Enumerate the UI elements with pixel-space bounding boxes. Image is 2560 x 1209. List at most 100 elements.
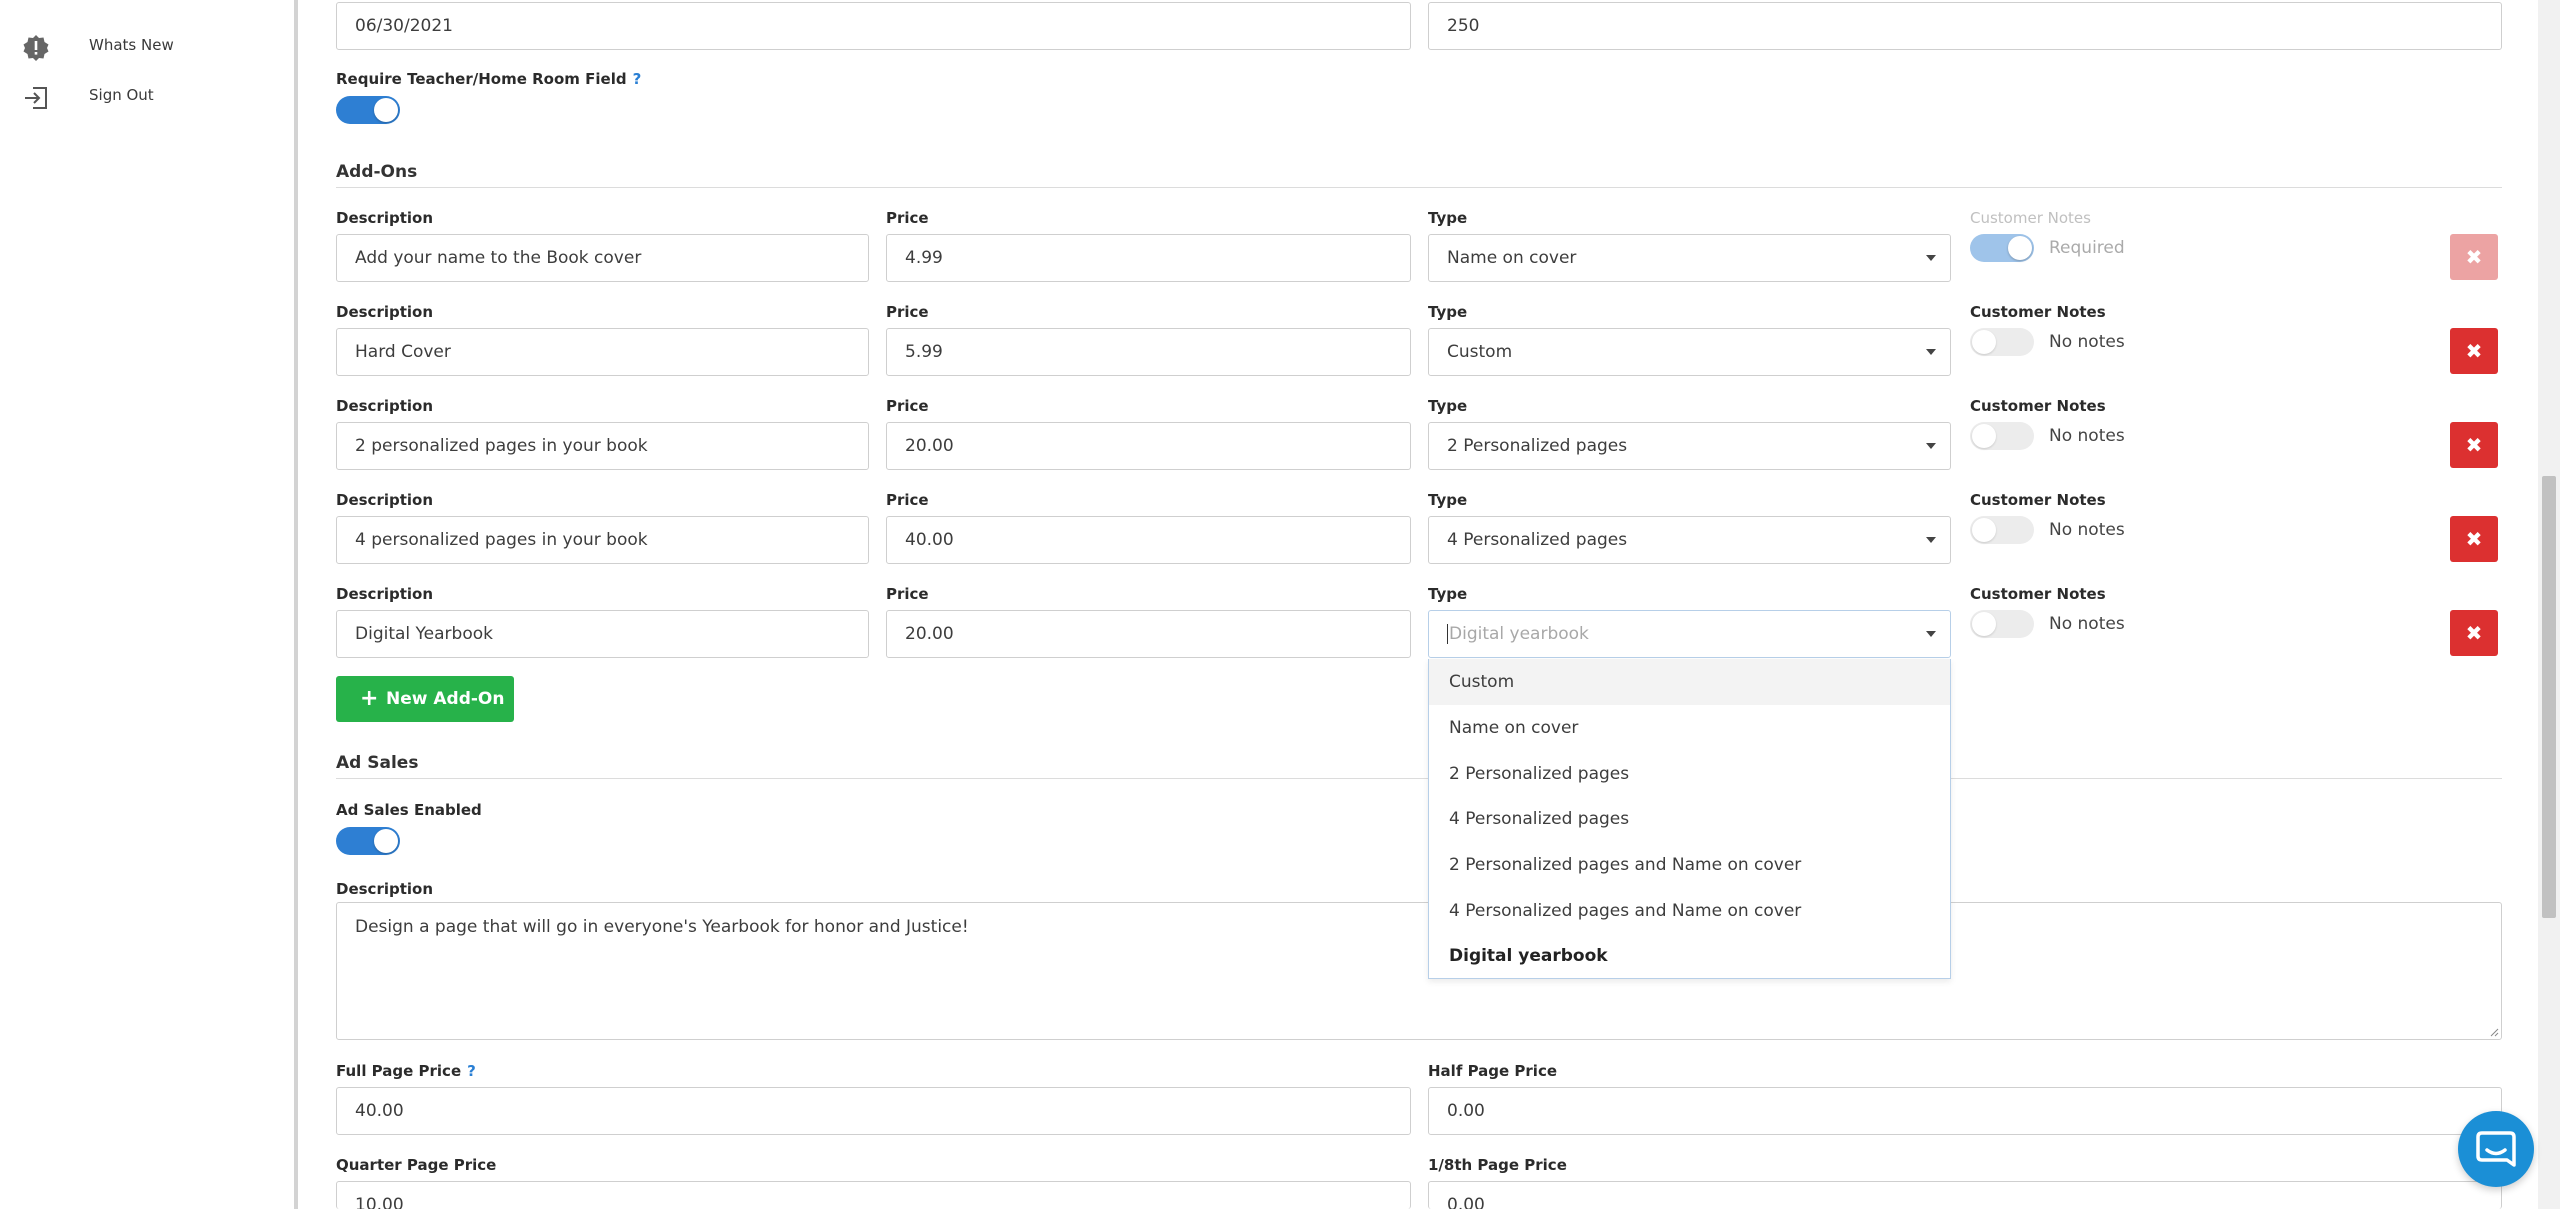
dropdown-option-4-personalized-name[interactable]: 4 Personalized pages and Name on cover [1429,888,1950,934]
price-label: Price [886,209,929,227]
help-icon[interactable]: ? [467,1062,476,1080]
chat-icon [2476,1131,2516,1167]
addon-description-input[interactable]: 4 personalized pages in your book [336,516,869,564]
toggle-knob [374,829,398,853]
chat-launcher-button[interactable] [2458,1111,2534,1187]
customer-notes-toggle[interactable] [1970,328,2034,356]
chevron-down-icon [1926,255,1936,261]
customer-notes-label: Customer Notes [1970,491,2106,509]
new-addon-label: New Add-On [386,689,505,709]
description-label: Description [336,585,434,603]
customer-notes-status: No notes [2049,520,2125,540]
delete-addon-button[interactable]: ✖ [2450,234,2498,280]
customer-notes-toggle[interactable] [1970,610,2034,638]
toggle-knob [1972,612,1996,636]
new-addon-button[interactable]: + New Add-On [336,676,514,722]
delete-addon-button[interactable]: ✖ [2450,610,2498,656]
type-label: Type [1428,585,1468,603]
customer-notes-label: Customer Notes [1970,397,2106,415]
addons-section-title: Add-Ons [336,162,418,182]
end-date-input[interactable]: 06/30/2021 [336,2,1411,50]
quantity-input[interactable]: 250 [1428,2,2502,50]
delete-addon-button[interactable]: ✖ [2450,328,2498,374]
addon-type-select[interactable]: Name on cover [1428,234,1951,282]
dropdown-option-custom[interactable]: Custom [1429,659,1950,705]
half-page-price-input[interactable]: 0.00 [1428,1087,2502,1135]
addon-type-select[interactable]: Custom [1428,328,1951,376]
eighth-page-price-input[interactable]: 0.00 [1428,1181,2502,1209]
addon-price-input[interactable]: 40.00 [886,516,1411,564]
dropdown-option-name-on-cover[interactable]: Name on cover [1429,705,1950,751]
section-divider [336,778,2502,779]
help-icon[interactable]: ? [633,70,642,88]
chevron-down-icon [1926,537,1936,543]
sidebar: Whats New Sign Out [0,0,298,1209]
sidebar-item-label: Whats New [89,36,174,54]
addon-description-input[interactable]: Digital Yearbook [336,610,869,658]
sidebar-item-whats-new[interactable]: Whats New [0,24,294,64]
addon-price-input[interactable]: 4.99 [886,234,1411,282]
chevron-down-icon [1926,631,1936,637]
ad-description-label: Description [336,880,434,898]
type-label: Type [1428,209,1468,227]
chevron-down-icon [1926,443,1936,449]
description-label: Description [336,209,434,227]
addon-type-select[interactable]: 2 Personalized pages [1428,422,1951,470]
toggle-knob [374,98,398,122]
alert-badge-icon [22,34,50,62]
toggle-knob [1972,424,1996,448]
addon-type-value: 4 Personalized pages [1447,530,1628,550]
addon-type-select-open[interactable]: Digital yearbook [1428,610,1951,658]
type-label: Type [1428,491,1468,509]
resize-grip-icon[interactable] [2489,1027,2499,1037]
delete-addon-button[interactable]: ✖ [2450,516,2498,562]
type-label: Type [1428,303,1468,321]
dropdown-option-2-personalized[interactable]: 2 Personalized pages [1429,751,1950,797]
customer-notes-label: Customer Notes [1970,303,2106,321]
addon-price-input[interactable]: 20.00 [886,422,1411,470]
teacher-field-label-text: Require Teacher/Home Room Field [336,70,627,88]
customer-notes-label: Customer Notes [1970,209,2091,227]
price-label: Price [886,491,929,509]
ad-sales-enabled-label: Ad Sales Enabled [336,801,482,819]
price-label: Price [886,397,929,415]
dropdown-option-digital-yearbook[interactable]: Digital yearbook [1429,933,1950,979]
addon-description-input[interactable]: Add your name to the Book cover [336,234,869,282]
customer-notes-toggle[interactable] [1970,422,2034,450]
addon-description-input[interactable]: Hard Cover [336,328,869,376]
price-label: Price [886,585,929,603]
dropdown-option-4-personalized[interactable]: 4 Personalized pages [1429,796,1950,842]
customer-notes-toggle[interactable] [1970,516,2034,544]
type-dropdown-menu[interactable]: Custom Name on cover 2 Personalized page… [1428,659,1951,979]
dropdown-option-2-personalized-name[interactable]: 2 Personalized pages and Name on cover [1429,842,1950,888]
quarter-page-price-input[interactable]: 10.00 [336,1181,1411,1209]
description-label: Description [336,397,434,415]
full-page-price-input[interactable]: 40.00 [336,1087,1411,1135]
addon-price-input[interactable]: 20.00 [886,610,1411,658]
customer-notes-status: No notes [2049,614,2125,634]
scrollbar-thumb[interactable] [2542,476,2556,918]
ad-description-textarea[interactable]: Design a page that will go in everyone's… [336,902,2502,1040]
customer-notes-label: Customer Notes [1970,585,2106,603]
ad-sales-toggle[interactable] [336,827,400,855]
addon-type-select[interactable]: 4 Personalized pages [1428,516,1951,564]
description-label: Description [336,491,434,509]
toggle-knob [1972,518,1996,542]
customer-notes-toggle[interactable] [1970,234,2034,262]
teacher-field-toggle[interactable] [336,96,400,124]
teacher-field-label: Require Teacher/Home Room Field? [336,70,641,88]
customer-notes-status: No notes [2049,426,2125,446]
ad-sales-section-title: Ad Sales [336,753,419,773]
delete-addon-button[interactable]: ✖ [2450,422,2498,468]
chevron-down-icon [1926,349,1936,355]
addon-description-input[interactable]: 2 personalized pages in your book [336,422,869,470]
addon-price-input[interactable]: 5.99 [886,328,1411,376]
section-divider [336,187,2502,188]
addon-type-placeholder: Digital yearbook [1449,624,1589,644]
ad-description-text: Design a page that will go in everyone's… [355,917,969,937]
sidebar-item-sign-out[interactable]: Sign Out [0,74,294,114]
type-label: Type [1428,397,1468,415]
page-scrollbar[interactable] [2538,0,2560,1209]
plus-icon: + [360,686,379,711]
quarter-page-price-label: Quarter Page Price [336,1156,497,1174]
